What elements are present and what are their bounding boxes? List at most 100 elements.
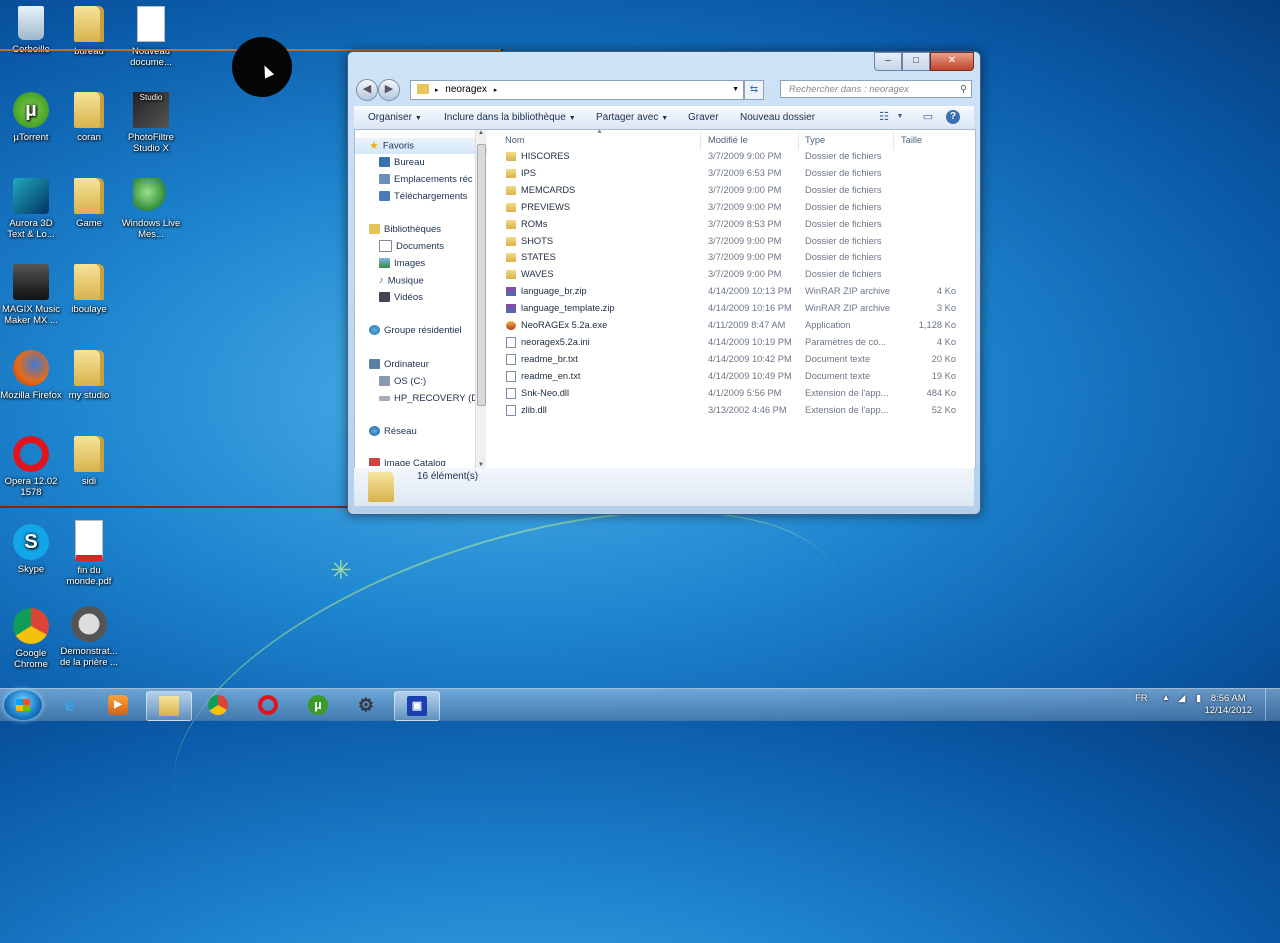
file-date: 4/14/2009 10:19 PM — [708, 336, 792, 347]
desktop-icon-firefox[interactable]: Mozilla Firefox — [0, 350, 62, 401]
file-row[interactable]: readme_br.txt 4/14/2009 10:42 PM Document … — [506, 351, 966, 367]
show-hidden-icons-icon[interactable]: ▲ — [1162, 693, 1170, 702]
search-box[interactable]: Rechercher dans : neoragex ⚲ — [780, 80, 972, 98]
desktop-icon-windows-live-messenger[interactable]: Windows Live Mes... — [120, 178, 182, 240]
help-icon[interactable]: ? — [946, 110, 960, 124]
file-date: 3/13/2002 4:46 PM — [708, 404, 787, 415]
network-icon[interactable]: ▮ — [1196, 693, 1201, 704]
file-row[interactable]: readme_en.txt 4/14/2009 10:49 PM Document … — [506, 368, 966, 384]
nav-item-ordinateur[interactable]: Ordinateur — [355, 357, 487, 373]
clock[interactable]: 8:56 AM 12/14/2012 — [1204, 693, 1252, 717]
documents-icon — [379, 240, 392, 253]
desktop-icon-recycle-bin[interactable]: Corbeille — [0, 6, 62, 55]
desktop-icon-aurora-3d[interactable]: Aurora 3D Text & Lo... — [0, 178, 62, 240]
folder-icon — [506, 152, 516, 162]
file-row[interactable]: language_br.zip 4/14/2009 10:13 PM WinRAR … — [506, 283, 966, 299]
maximize-button[interactable]: □ — [902, 52, 930, 71]
taskbar-utorrent[interactable]: µ — [296, 691, 340, 719]
file-row[interactable]: zlib.dll 3/13/2002 4:46 PM Extension de l'… — [506, 402, 966, 418]
desktop-icon-game[interactable]: Game — [58, 178, 120, 229]
show-desktop-button[interactable] — [1265, 689, 1280, 721]
partager-avec-button[interactable]: Partager avec ▼ — [596, 112, 668, 123]
column-header-modifie[interactable]: Modifié le — [708, 135, 748, 149]
nav-item-favoris[interactable]: ★ Favoris — [355, 138, 487, 154]
file-row[interactable]: IPS 3/7/2009 6:53 PM Dossier de fichiers — [506, 165, 966, 181]
file-name: readme_en.txt — [521, 370, 581, 381]
desktop-icon-photofiltre[interactable]: Studio PhotoFiltre Studio X — [120, 92, 182, 154]
sort-arrow-icon: ▲ — [596, 128, 603, 135]
column-header-nom[interactable]: Nom — [505, 135, 525, 149]
desktop-icon-coran[interactable]: coran — [58, 92, 120, 143]
file-row[interactable]: WAVES 3/7/2009 9:00 PM Dossier de fichiers — [506, 266, 966, 282]
star-icon: ★ — [369, 140, 379, 152]
minimize-button[interactable]: – — [874, 52, 902, 71]
desktop-icon-nouveau-document[interactable]: Nouveau docume... — [120, 6, 182, 68]
desktop-icon-opera[interactable]: Opera 12.02 1578 — [0, 436, 62, 498]
gear-icon: ⚙ — [357, 695, 375, 715]
file-type: Dossier de fichiers — [805, 167, 882, 178]
breadcrumb-chevron-icon[interactable]: ▸ — [494, 87, 498, 94]
desktop-icon-demonstration[interactable]: Demonstrat... de la prière ... — [58, 606, 120, 668]
taskbar-settings-app[interactable]: ⚙ — [344, 691, 388, 719]
taskbar-screen-recorder[interactable]: ▣ — [394, 691, 440, 721]
address-row: ◀ ▶ ▸ neoragex ▸ ▼ ⇆ Rechercher dans : n… — [354, 78, 974, 102]
address-dropdown-icon[interactable]: ▼ — [732, 81, 739, 99]
nav-scrollbar[interactable]: ▲ ▼ — [475, 130, 486, 468]
file-icon — [506, 387, 516, 399]
scroll-thumb[interactable] — [477, 144, 486, 406]
desktop-icon-magix[interactable]: MAGIX Music Maker MX ... — [0, 264, 62, 326]
column-header-type[interactable]: Type — [805, 135, 825, 149]
start-button[interactable] — [4, 690, 42, 720]
file-row[interactable]: neoragex5.2a.ini 4/14/2009 10:19 PM Paramè… — [506, 334, 966, 350]
file-row[interactable]: SHOTS 3/7/2009 9:00 PM Dossier de fichiers — [506, 233, 966, 249]
taskbar-internet-explorer[interactable]: e — [48, 691, 92, 719]
close-button[interactable]: ✕ — [930, 52, 974, 71]
file-type: WinRAR ZIP archive — [805, 303, 891, 314]
taskbar-opera[interactable] — [246, 691, 290, 719]
nav-item-reseau[interactable]: Réseau — [355, 424, 487, 440]
opera-icon — [258, 695, 278, 715]
view-options-icon[interactable]: ☷ — [876, 110, 892, 124]
view-dropdown-icon[interactable]: ▼ — [892, 113, 908, 127]
taskbar-google-chrome[interactable] — [196, 691, 240, 719]
inclure-bibliotheque-button[interactable]: Inclure dans la bibliothèque ▼ — [444, 112, 576, 123]
organiser-button[interactable]: Organiser ▼ — [368, 112, 422, 123]
nouveau-dossier-button[interactable]: Nouveau dossier — [740, 112, 815, 123]
file-row[interactable]: Snk-Neo.dll 4/1/2009 5:56 PM Extension de … — [506, 385, 966, 401]
scroll-up-icon[interactable]: ▲ — [476, 130, 486, 136]
column-header-taille[interactable]: Taille — [901, 135, 922, 149]
desktop-icon-skype[interactable]: S Skype — [0, 524, 62, 575]
file-row[interactable]: PREVIEWS 3/7/2009 9:00 PM Dossier de fichi… — [506, 199, 966, 215]
back-button[interactable]: ◀ — [356, 79, 378, 101]
nav-item-bibliotheques[interactable]: Bibliothèques — [355, 222, 487, 238]
file-date: 4/14/2009 10:13 PM — [708, 286, 792, 297]
nav-item-groupe-residentiel[interactable]: Groupe résidentiel — [355, 323, 487, 339]
graver-button[interactable]: Graver — [688, 112, 719, 123]
file-row[interactable]: MEMCARDS 3/7/2009 9:00 PM Dossier de fichi… — [506, 182, 966, 198]
taskbar-windows-explorer[interactable] — [146, 691, 192, 721]
explorer-window[interactable]: – □ ✕ ◀ ▶ ▸ neoragex ▸ ▼ ⇆ Rechercher da… — [347, 51, 981, 515]
desktop-icon-utorrent[interactable]: µ µTorrent — [0, 92, 62, 143]
desktop-icon-google-chrome[interactable]: Google Chrome — [0, 608, 62, 670]
file-row[interactable]: NeoRAGEx 5.2a.exe 4/11/2009 8:47 AM Applic… — [506, 317, 966, 333]
preview-pane-icon[interactable]: ▭ — [920, 110, 936, 124]
file-type: Dossier de fichiers — [805, 252, 882, 263]
language-indicator[interactable]: FR — [1135, 693, 1148, 704]
clock-date: 12/14/2012 — [1204, 705, 1252, 716]
folder-icon — [506, 236, 516, 246]
desktop-icon-my-studio[interactable]: my studio — [58, 350, 120, 401]
taskbar-media-player[interactable]: ▶ — [96, 691, 140, 719]
desktop-icon-fin-du-monde-pdf[interactable]: fin du monde.pdf — [58, 520, 120, 587]
desktop-icon-sidi[interactable]: sidi — [58, 436, 120, 487]
file-row[interactable]: HISCORES 3/7/2009 9:00 PM Dossier de fichi… — [506, 148, 966, 164]
file-row[interactable]: STATES 3/7/2009 9:00 PM Dossier de fichier… — [506, 249, 966, 265]
forward-button[interactable]: ▶ — [378, 79, 400, 101]
address-bar[interactable]: ▸ neoragex ▸ ▼ — [410, 80, 744, 100]
file-row[interactable]: ROMs 3/7/2009 8:53 PM Dossier de fichiers — [506, 216, 966, 232]
desktop-icon-iboulaye[interactable]: iboulaye — [58, 264, 120, 315]
refresh-button[interactable]: ⇆ — [744, 80, 764, 100]
breadcrumb-neoragex[interactable]: neoragex — [445, 84, 487, 95]
volume-icon[interactable]: ◢ — [1178, 693, 1185, 704]
file-row[interactable]: language_template.zip 4/14/2009 10:16 PM W… — [506, 300, 966, 316]
nav-item-image-catalog[interactable]: Image Catalog — [355, 456, 487, 466]
